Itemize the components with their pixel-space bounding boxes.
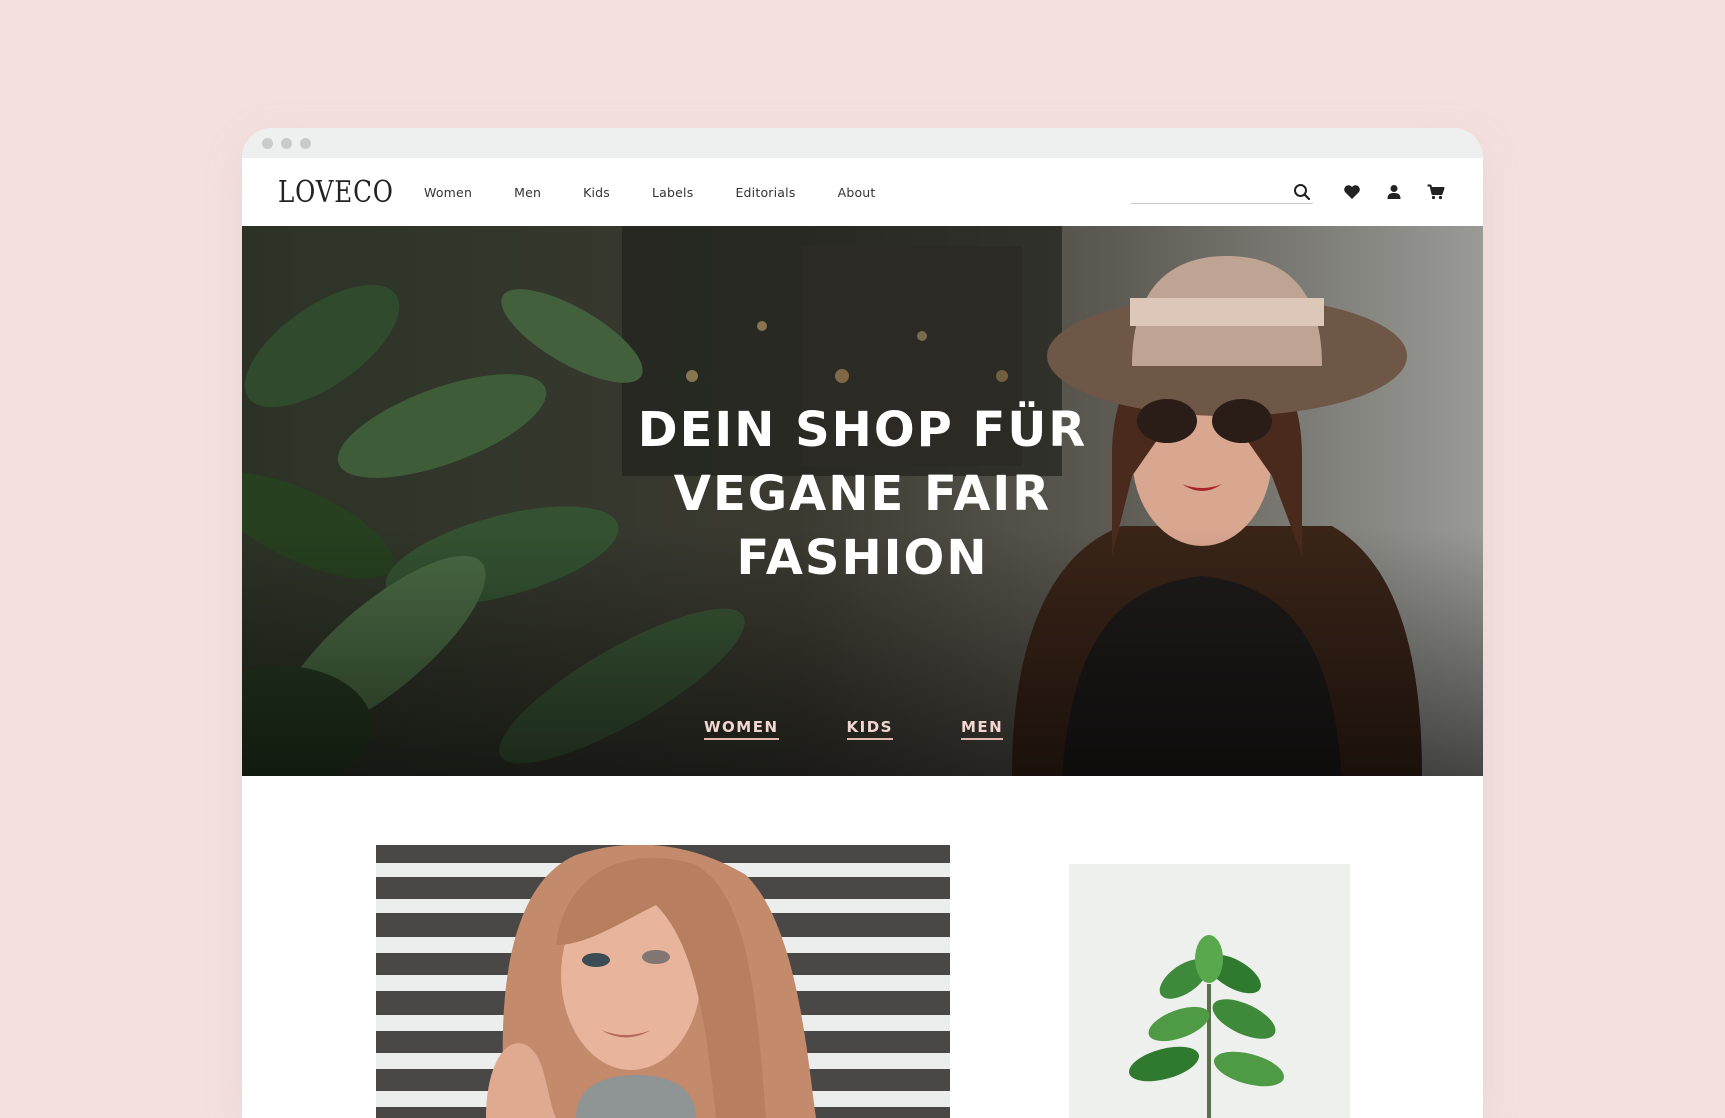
search-icon[interactable]	[1291, 181, 1313, 203]
search-input[interactable]	[1131, 180, 1313, 204]
cart-icon[interactable]	[1425, 181, 1447, 203]
featured-section	[242, 776, 1483, 1118]
feature-image-plant[interactable]	[1069, 864, 1350, 1118]
nav-item-women[interactable]: Women	[424, 185, 472, 200]
window-dot-maximize[interactable]	[300, 137, 311, 149]
portrait-photo	[376, 845, 950, 1118]
hero-banner: DEIN SHOP FÜR VEGANE FAIR FASHION WOMEN …	[242, 226, 1483, 776]
header-actions	[1131, 180, 1447, 204]
hero-title: DEIN SHOP FÜR VEGANE FAIR FASHION	[637, 402, 1088, 586]
window-titlebar	[242, 128, 1483, 158]
nav-item-editorials[interactable]: Editorials	[735, 185, 795, 200]
main-nav: Women Men Kids Labels Editorials About	[424, 185, 918, 200]
browser-window: LOVECO Women Men Kids Labels Editorials …	[242, 128, 1483, 1118]
window-dot-close[interactable]	[262, 137, 273, 149]
hero-link-kids[interactable]: KIDS	[846, 718, 893, 740]
hero-link-women[interactable]: WOMEN	[704, 718, 779, 740]
hero-link-men[interactable]: MEN	[961, 718, 1004, 740]
plant-photo	[1069, 864, 1350, 1118]
nav-item-men[interactable]: Men	[514, 185, 541, 200]
hero-category-links: WOMEN KIDS MEN	[704, 718, 1071, 740]
site-header: LOVECO Women Men Kids Labels Editorials …	[242, 158, 1483, 226]
brand-logo[interactable]: LOVECO	[278, 175, 393, 210]
user-icon[interactable]	[1383, 181, 1405, 203]
nav-item-labels[interactable]: Labels	[652, 185, 693, 200]
feature-image-woman[interactable]	[376, 845, 950, 1118]
nav-item-about[interactable]: About	[838, 185, 876, 200]
heart-icon[interactable]	[1341, 181, 1363, 203]
nav-item-kids[interactable]: Kids	[583, 185, 610, 200]
window-dot-minimize[interactable]	[281, 137, 292, 149]
